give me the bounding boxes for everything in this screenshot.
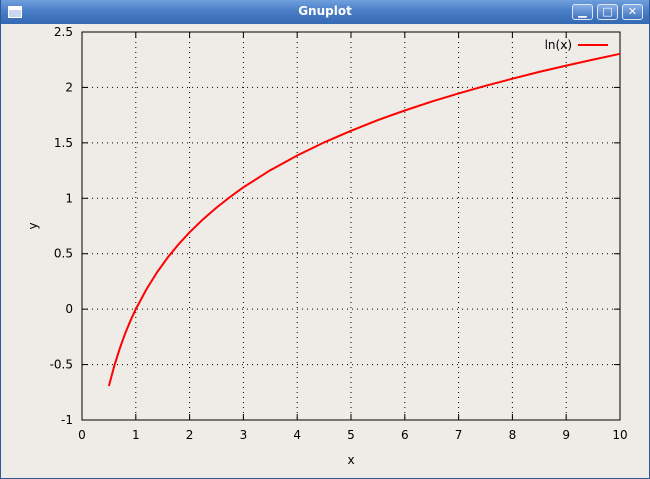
x-tick-label: 4 xyxy=(293,428,301,442)
window-title: Gnuplot xyxy=(298,4,352,18)
y-tick-label: -1 xyxy=(61,413,73,427)
y-tick-label: 1 xyxy=(65,191,73,205)
close-icon: ✕ xyxy=(627,5,638,18)
x-tick-label: 0 xyxy=(78,428,86,442)
legend-label: ln(x) xyxy=(545,38,572,52)
close-button[interactable]: ✕ xyxy=(622,4,643,20)
maximize-button[interactable]: □ xyxy=(597,4,618,20)
y-tick-label: 2 xyxy=(65,80,73,94)
x-tick-label: 7 xyxy=(455,428,463,442)
x-tick-label: 1 xyxy=(132,428,140,442)
y-tick-label: -0.5 xyxy=(50,358,73,372)
x-tick-label: 9 xyxy=(562,428,570,442)
x-tick-label: 6 xyxy=(401,428,409,442)
plot-frame xyxy=(81,31,621,421)
y-tick-label: 0.5 xyxy=(54,247,73,261)
minimize-button[interactable]: ▁ xyxy=(572,4,593,20)
x-tick-label: 10 xyxy=(612,428,627,442)
ticks xyxy=(81,31,621,421)
y-tick-labels: -1 -0.5 0 0.5 1 1.5 2 2.5 xyxy=(50,25,73,427)
x-tick-labels: 0 1 2 3 4 5 6 7 8 9 10 xyxy=(78,428,627,442)
x-tick-label: 2 xyxy=(186,428,194,442)
grid xyxy=(82,32,620,420)
series-line-ln-x xyxy=(107,52,621,387)
minimize-icon: ▁ xyxy=(578,5,587,18)
y-tick-label: 0 xyxy=(65,302,73,316)
y-tick-label: 2.5 xyxy=(54,25,73,39)
y-tick-label: 1.5 xyxy=(54,136,73,150)
x-axis-label: x xyxy=(347,453,354,467)
x-tick-label: 8 xyxy=(509,428,517,442)
plot-area: 0 1 2 3 4 5 6 7 8 9 10 -1 -0.5 0 0.5 1 1.5 2 2.5 x y ln(x… xyxy=(26,25,628,467)
y-axis-label: y xyxy=(26,222,40,229)
x-tick-label: 3 xyxy=(240,428,248,442)
title-bar[interactable]: Gnuplot ▁ □ ✕ xyxy=(1,0,649,24)
maximize-icon: □ xyxy=(602,5,613,18)
gnuplot-window: Gnuplot ▁ □ ✕ 0 1 2 3 4 5 6 7 8 9 10 -1 -0.5 0 0.5 1 1.… xyxy=(0,0,650,479)
x-tick-label: 5 xyxy=(347,428,355,442)
